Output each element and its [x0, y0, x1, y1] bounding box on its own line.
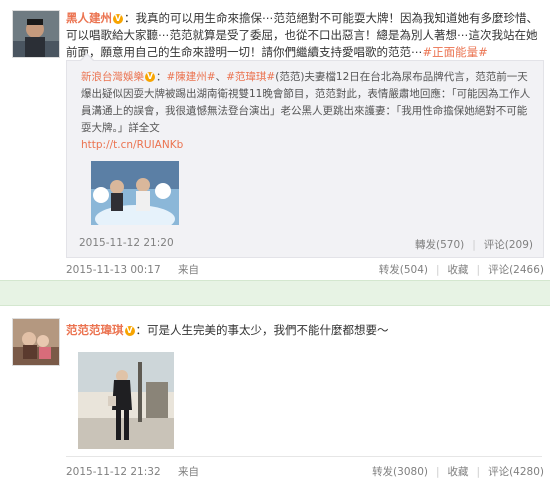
avatar-heirenjianzhou[interactable]	[12, 10, 60, 58]
post-1-actions: 转发(504) | 收藏 | 评论(2466)	[378, 264, 544, 276]
avatar-image	[13, 11, 59, 57]
post-separator	[0, 280, 550, 306]
post-2-body: ：可是人生完美的事太少，我們不能什麼都想要～	[135, 323, 389, 337]
post-2-source: 来自	[177, 466, 199, 478]
repost-photo[interactable]	[91, 161, 179, 225]
favorite-button[interactable]: 收藏	[448, 264, 469, 276]
repost-at-2[interactable]: #范瑋琪#	[226, 71, 275, 83]
post-1-meta: 2015-11-13 00:17 来自	[66, 262, 199, 277]
post-1-time[interactable]: 2015-11-13 00:17	[66, 264, 161, 276]
verified-v-icon: V	[124, 326, 135, 336]
post-2-actions: 转发(3080) | 收藏 | 评论(4280)	[372, 466, 544, 478]
post-2-time[interactable]: 2015-11-12 21:32	[66, 466, 161, 478]
avatar-image	[13, 319, 59, 365]
comment-button[interactable]: 评论(4280)	[488, 466, 544, 478]
post-2-author[interactable]: 范范范瑋琪	[66, 323, 124, 337]
favorite-button[interactable]: 收藏	[448, 466, 469, 478]
post-1-topic-link[interactable]: #正面能量#	[423, 45, 488, 59]
repost-arrow-inner	[81, 55, 93, 61]
repost-actions: 轉发(570) | 评论(209)	[414, 239, 533, 251]
post-2-text: 范范范瑋琪 V ：可是人生完美的事太少，我們不能什麼都想要～	[66, 322, 542, 339]
verified-v-icon: V	[113, 14, 123, 24]
repost-at-1[interactable]: #陳建州#	[167, 71, 216, 83]
repost-text: 新浪台灣娛樂 V ：#陳建州#、#范瑋琪#(范范)夫妻檔12日在台北為尿布品牌代言，…	[81, 71, 531, 151]
post-2-photo[interactable]	[78, 352, 174, 449]
post-1-source: 来自	[177, 264, 199, 276]
post-2-photo-image	[78, 352, 174, 449]
repost-forward-button[interactable]: 轉发(570)	[415, 239, 464, 251]
repost-photo-image	[91, 161, 179, 225]
forward-button[interactable]: 转发(3080)	[372, 466, 428, 478]
repost-comment-button[interactable]: 评论(209)	[484, 239, 533, 251]
post-1-author[interactable]: 黑人建州	[66, 11, 112, 25]
avatar-fanfan[interactable]	[12, 318, 60, 366]
verified-v-icon: V	[145, 72, 155, 82]
repost-source-author[interactable]: 新浪台灣娛樂	[81, 71, 144, 83]
forward-button[interactable]: 转发(504)	[379, 264, 428, 276]
post-2-meta: 2015-11-12 21:32 来自	[66, 464, 199, 479]
comment-button[interactable]: 评论(2466)	[488, 264, 544, 276]
repost-time[interactable]: 2015-11-12 21:20	[79, 237, 174, 249]
post-2-divider	[66, 456, 542, 457]
repost-box: 新浪台灣娛樂 V ：#陳建州#、#范瑋琪#(范范)夫妻檔12日在台北為尿布品牌代言，…	[66, 55, 544, 258]
repost-url-link[interactable]: http://t.cn/RUIANKb	[81, 139, 183, 151]
post-1-text: 黑人建州 V ：我真的可以用生命來擔保⋯范范絕對不可能耍大牌！因為我知道她有多麼珍惜…	[66, 10, 542, 61]
